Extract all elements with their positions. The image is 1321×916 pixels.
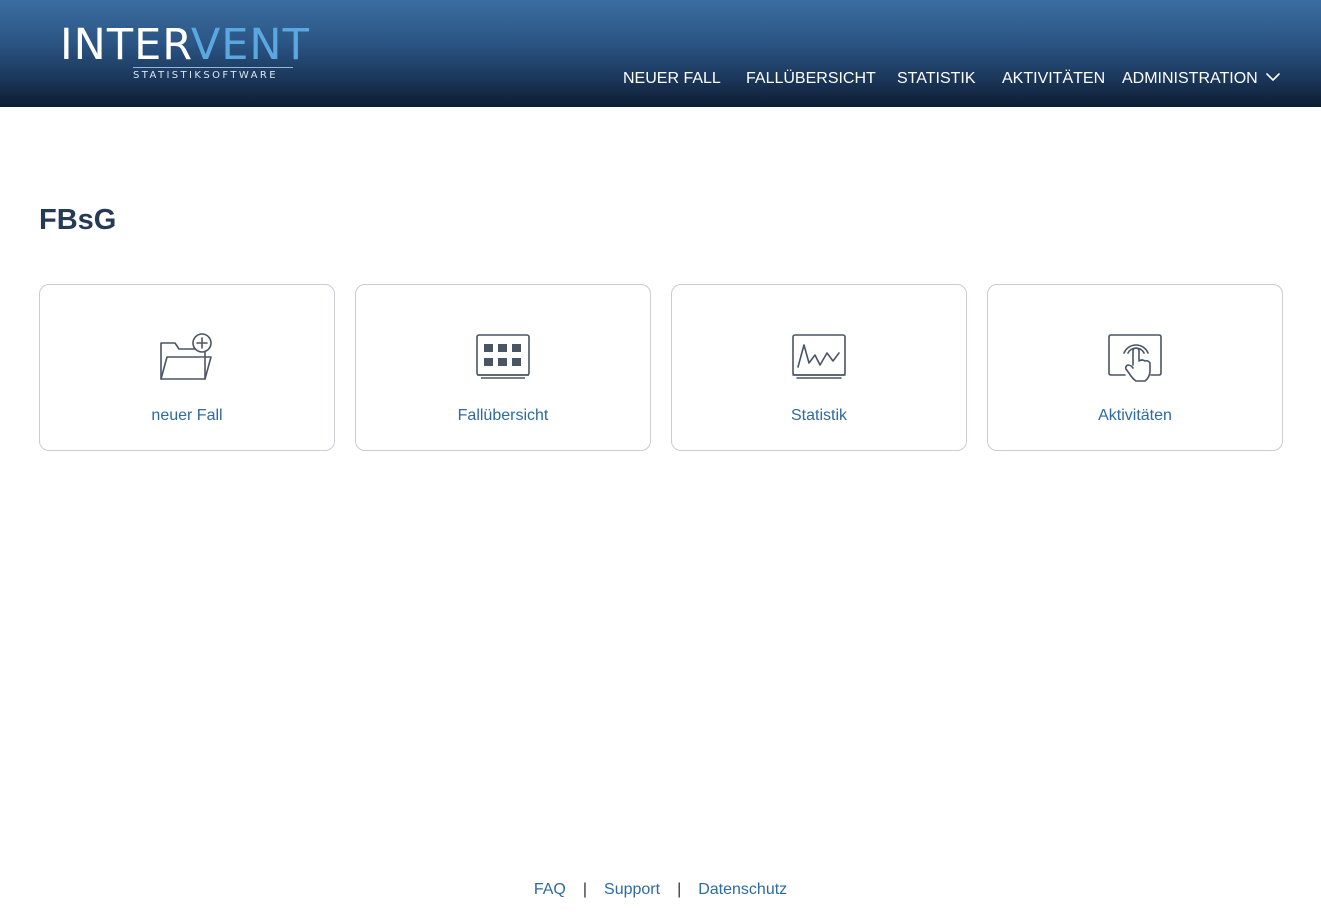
tile-label: Statistik [790,407,847,424]
footer: FAQ | Support | Datenschutz [0,879,1321,901]
footer-link-faq[interactable]: FAQ [534,881,566,898]
footer-separator: | [582,881,588,898]
nav-item-aktivitaeten[interactable]: AKTIVITÄTEN [1002,68,1105,90]
chevron-down-icon [1265,73,1280,81]
touch-screen-icon [1108,334,1162,382]
tile-falluebersicht[interactable]: Fallübersicht [355,284,651,451]
chart-monitor-icon [792,334,846,379]
tile-neuer-fall[interactable]: neuer Fall [39,284,335,451]
nav-item-falluebersicht[interactable]: FALLÜBERSICHT [746,68,876,90]
tile-label: Fallübersicht [457,407,549,424]
tile-label: Aktivitäten [1098,407,1172,424]
tile-label: neuer Fall [151,407,223,424]
tile-statistik[interactable]: Statistik [671,284,967,451]
logo-text-vent: VENT [190,20,310,70]
footer-link-support[interactable]: Support [604,881,660,898]
nav-item-label: STATISTIK [897,70,976,87]
page-title: FBsG [39,204,117,236]
nav-item-neuer-fall[interactable]: NEUER FALL [623,68,721,90]
footer-link-datenschutz[interactable]: Datenschutz [698,881,787,898]
nav-item-label: ADMINISTRATION [1122,70,1258,87]
main-nav: NEUER FALL FALLÜBERSICHT STATISTIK AKTIV… [0,68,1321,90]
nav-item-label: FALLÜBERSICHT [746,70,876,87]
header: INTERVENT STATISTIKSOFTWARE NEUER FALL F… [0,0,1321,107]
footer-separator: | [677,881,682,898]
nav-item-statistik[interactable]: STATISTIK [897,68,976,90]
grid-table-icon [476,334,530,379]
logo-text-inter: INTER [60,20,191,70]
nav-item-label: NEUER FALL [623,70,721,87]
folder-add-icon [160,333,212,380]
tile-aktivitaeten[interactable]: Aktivitäten [987,284,1283,451]
logo-wordmark: INTERVENT [60,20,310,70]
nav-item-administration[interactable]: ADMINISTRATION [1122,68,1280,90]
nav-item-label: AKTIVITÄTEN [1002,70,1106,87]
